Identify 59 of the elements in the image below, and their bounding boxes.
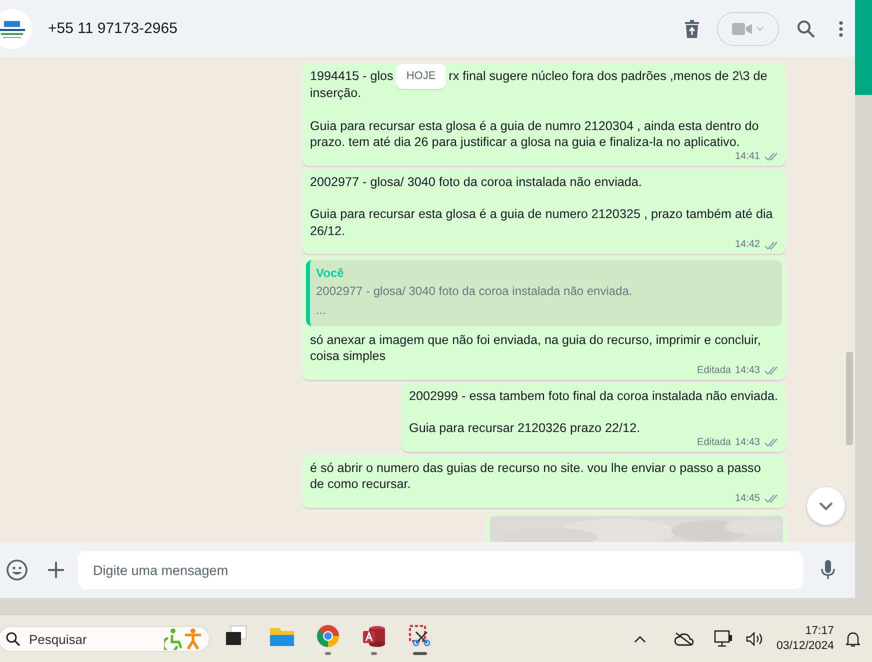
browser-icon	[316, 624, 340, 648]
message-text: Guia para recursar esta glosa é a guia de numro 2120304 , ainda esta dentro do prazo. tem até dia 26 para justificar a glosa na guia e finaliza-la no aplicativo.	[310, 118, 760, 150]
speaker-icon[interactable]	[746, 632, 764, 646]
video-camera-icon	[732, 22, 752, 36]
quote-ellipsis: ...	[316, 302, 328, 318]
clock-time[interactable]: 17:17	[805, 624, 834, 639]
double-tick-icon	[764, 366, 778, 375]
trash-icon	[685, 20, 699, 38]
search-icon	[797, 20, 815, 38]
clock-date[interactable]: 03/12/2024	[776, 639, 834, 654]
search-icon	[6, 632, 20, 646]
emoji-icon	[6, 559, 28, 581]
quote-author: Você	[316, 265, 345, 282]
menu-icon	[839, 20, 843, 36]
double-tick-icon	[764, 152, 778, 161]
message-text: inserção.	[310, 85, 362, 102]
message-time: 14:45	[734, 492, 760, 504]
message-time: 14:43	[734, 364, 760, 376]
edited-label: Editada	[697, 364, 731, 376]
delete-button[interactable]	[685, 20, 699, 38]
message-text: Guia para recursar 2120326 prazo 22/12.	[409, 420, 642, 436]
edited-label: Editada	[697, 436, 731, 448]
caret-icon	[756, 26, 764, 31]
message-text: só anexar a imagem que não foi enviada, na guia do recurso, imprimir e concluir, coisa simples	[310, 332, 762, 364]
double-tick-icon	[764, 240, 778, 250]
cloud-off-icon[interactable]	[674, 632, 694, 646]
emoji-button[interactable]	[6, 559, 28, 581]
network-icon[interactable]	[714, 630, 734, 648]
microphone-icon	[821, 560, 835, 580]
database-app-icon	[362, 624, 386, 648]
message-text: Guia para recursar esta glosa é a guia de numero 2120325 , prazo também até dia 26/12.	[310, 206, 774, 239]
bell-icon[interactable]	[846, 631, 860, 647]
double-tick-icon	[764, 438, 778, 447]
message-time: 14:43	[734, 436, 760, 448]
scroll-down-button[interactable]	[807, 487, 845, 525]
message-text: 2002977 - glosa/ 3040 foto da coroa instalada não enviada.	[310, 174, 643, 190]
double-tick-icon	[764, 494, 778, 503]
windows-icon	[224, 624, 248, 646]
message-time: 14:41	[734, 150, 760, 162]
quoted-message[interactable]: Você 2002977 - glosa/ 3040 foto da coroa instalada não enviada. ...	[306, 260, 782, 326]
message-input[interactable]: Digite uma mensagem	[78, 551, 803, 589]
scissors-icon	[408, 624, 432, 648]
message-text: rx final sugere núcleo fora dos padrões ,menos de 2\3 de	[448, 68, 768, 85]
chevron-down-icon	[819, 502, 833, 510]
scrollbar[interactable]	[846, 352, 853, 445]
search-button[interactable]	[797, 20, 815, 38]
attach-button[interactable]	[48, 562, 64, 578]
menu-button[interactable]	[839, 20, 843, 36]
message-text: 1994415 - glos	[310, 68, 394, 85]
message-text: 2002999 - essa tambem foto final da coroa instalada não enviada.	[409, 388, 778, 404]
chevron-up-icon[interactable]	[634, 636, 646, 642]
quote-text: 2002977 - glosa/ 3040 foto da coroa instalada não enviada.	[316, 282, 634, 300]
date-badge: HOJE	[396, 64, 446, 89]
taskbar-search-field[interactable]: Pesquisar	[0, 626, 210, 652]
message-text: é só abrir o numero das guias de recurso no site. vou lhe enviar o passo a passo de como recursar.	[310, 460, 762, 492]
microphone-button[interactable]	[821, 560, 835, 580]
accessibility-figures-icon	[164, 628, 202, 650]
message-time: 14:42	[734, 239, 760, 251]
plus-icon	[48, 562, 64, 578]
